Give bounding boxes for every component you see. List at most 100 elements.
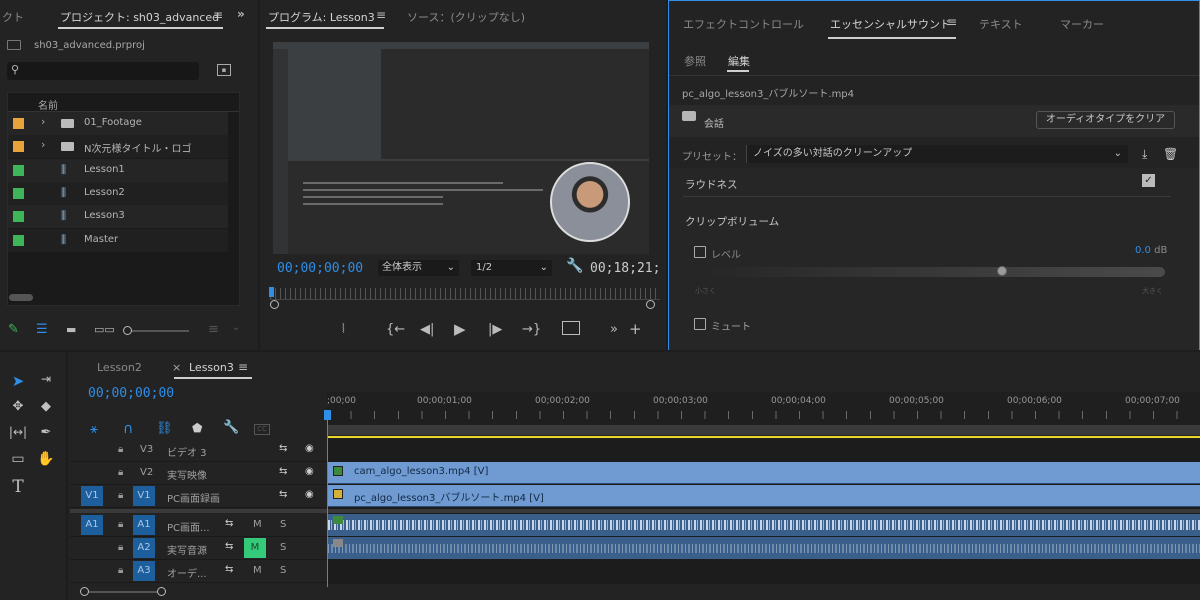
solo-button-a3[interactable]: S [280, 565, 286, 576]
linked-selection-icon[interactable]: ⛓ [156, 421, 173, 436]
mark-in-button[interactable]: {← [386, 322, 405, 338]
rectangle-tool-icon[interactable]: ▭ [7, 451, 29, 467]
label-color-swatch[interactable] [13, 211, 24, 223]
eye-icon[interactable]: ◉ [305, 443, 314, 454]
chevron-right-icon[interactable]: › [41, 115, 45, 128]
video-preview[interactable] [273, 42, 649, 254]
more-chevron-icon[interactable]: » [610, 322, 618, 338]
sync-lock-icon[interactable]: ⇆ [279, 443, 287, 454]
clip-v1[interactable]: pc_algo_lesson3_バブルソート.mp4 [V] [328, 485, 1200, 507]
tab-markers[interactable]: マーカー [1060, 16, 1104, 32]
trash-icon[interactable]: 🗑 [1163, 147, 1178, 161]
close-icon[interactable]: × [172, 361, 181, 374]
eye-icon[interactable]: ◉ [305, 466, 314, 477]
lock-icon[interactable]: 🔒︎ [118, 467, 123, 478]
mute-button-a1[interactable]: M [253, 519, 262, 530]
track-id-v3[interactable]: V3 [140, 444, 153, 455]
hand-tool-icon[interactable]: ✋ [35, 451, 57, 467]
subtab-browse[interactable]: 参照 [684, 53, 706, 69]
loudness-checkbox[interactable]: ✓ [1142, 174, 1155, 187]
captions-icon[interactable]: CC [254, 424, 270, 435]
level-checkbox[interactable] [694, 246, 706, 258]
clear-audio-type-button[interactable]: オーディオタイプをクリア [1036, 111, 1175, 129]
track-select-tool-icon[interactable]: ⇥ [35, 372, 57, 386]
tab-lesson3[interactable]: Lesson3 [189, 361, 234, 374]
solo-button-a2[interactable]: S [280, 542, 286, 553]
export-frame-button[interactable] [562, 321, 580, 335]
add-button-icon[interactable]: + [629, 321, 642, 337]
playhead-line[interactable] [327, 412, 328, 587]
audio-clip-a2[interactable] [328, 537, 1200, 559]
track-id-v2[interactable]: V2 [140, 467, 153, 478]
mute-button-a2[interactable]: M [244, 538, 266, 558]
chevron-right-icon[interactable]: › [41, 138, 45, 151]
label-color-swatch[interactable] [13, 234, 24, 246]
sync-lock-icon[interactable]: ⇆ [225, 564, 233, 575]
level-slider-knob[interactable] [996, 266, 1007, 276]
mute-button-a3[interactable]: M [253, 565, 262, 576]
project-item-row[interactable]: ⫼ Lesson2 [8, 181, 228, 205]
tab-essential-sound[interactable]: エッセンシャルサウンド [830, 16, 951, 32]
lock-icon[interactable]: 🔒︎ [118, 490, 123, 501]
source-patch-v1[interactable]: V1 [81, 486, 103, 506]
panel-menu-icon[interactable]: ≡ [213, 8, 223, 22]
solo-button-a1[interactable]: S [280, 519, 286, 530]
scroll-handle-right[interactable] [646, 300, 655, 309]
label-color-swatch[interactable] [13, 164, 24, 176]
chevron-down-icon[interactable]: ⌄ [232, 322, 240, 333]
project-item-row[interactable]: ⫼ Lesson3 [8, 205, 228, 229]
playhead-marker[interactable] [324, 410, 331, 420]
track-id-a1[interactable]: A1 [133, 515, 155, 535]
marker-icon[interactable]: ⬟ [192, 421, 202, 435]
tab-text[interactable]: テキスト [979, 16, 1023, 32]
panel-menu-icon[interactable]: ≡ [376, 8, 386, 22]
work-area-bar[interactable] [327, 436, 1200, 438]
lock-icon[interactable]: 🔒︎ [118, 519, 123, 530]
level-value[interactable]: 0.0 dB [1135, 245, 1167, 256]
lock-icon[interactable]: 🔒︎ [118, 565, 123, 576]
razor-tool-icon[interactable]: ◆ [35, 399, 57, 414]
pen-tool-icon[interactable]: ✒ [35, 425, 57, 440]
sync-lock-icon[interactable]: ⇆ [279, 489, 287, 500]
freeform-view-icon[interactable]: ▭▭ [94, 323, 115, 336]
list-view-icon[interactable]: ☰ [36, 322, 48, 337]
label-color-swatch[interactable] [13, 187, 24, 199]
list-scrollbar[interactable] [9, 294, 33, 301]
clip-v2[interactable]: cam_algo_lesson3.mp4 [V] [328, 462, 1200, 484]
lock-icon[interactable]: 🔒︎ [118, 444, 123, 455]
ripple-edit-tool-icon[interactable]: ✥ [7, 399, 29, 414]
wrench-icon[interactable]: 🔧 [566, 258, 583, 274]
sync-lock-icon[interactable]: ⇆ [279, 466, 287, 477]
zoom-select[interactable]: 全体表示 ⌄ [378, 260, 459, 276]
panel-menu-icon[interactable]: ≡ [947, 15, 957, 29]
step-back-button[interactable]: ◀| [420, 322, 434, 338]
overflow-chevron-icon[interactable]: » [237, 7, 245, 21]
scroll-handle-left[interactable] [270, 300, 279, 309]
project-item-row[interactable]: › 01_Footage [8, 112, 228, 135]
step-forward-button[interactable]: |▶ [488, 322, 502, 338]
wrench-icon[interactable]: 🔧 [223, 420, 239, 435]
tab-project[interactable]: プロジェクト: sh03_advanced [60, 9, 219, 25]
slip-tool-icon[interactable]: |↔| [7, 425, 29, 439]
type-tool-icon[interactable]: T [7, 477, 29, 497]
project-item-row[interactable]: ⫼ Lesson1 [8, 158, 228, 182]
panel-menu-icon[interactable]: ≡ [238, 360, 248, 374]
add-marker-button[interactable]: ⦚ [342, 322, 345, 338]
resolution-select[interactable]: 1/2 ⌄ [471, 260, 552, 276]
save-preset-icon[interactable]: ⤓ [1142, 147, 1147, 162]
current-timecode[interactable]: 00;00;00;00 [277, 261, 363, 276]
tab-effect-controls[interactable]: エフェクトコントロール [683, 16, 804, 32]
track-id-v1[interactable]: V1 [133, 486, 155, 506]
track-id-a2[interactable]: A2 [133, 538, 155, 558]
label-color-swatch[interactable] [13, 141, 24, 153]
timeline-scrollbar[interactable] [80, 587, 166, 596]
playhead-marker[interactable] [269, 287, 274, 297]
preset-dropdown[interactable]: ノイズの多い対話のクリーンアップ ⌄ [746, 145, 1128, 163]
monitor-ruler[interactable] [270, 288, 660, 300]
new-bin-icon[interactable]: ▪ [217, 64, 231, 76]
mark-out-button[interactable]: →} [522, 322, 541, 338]
snap-magnet-icon[interactable]: ∩ [123, 421, 133, 437]
play-button[interactable]: ▶ [454, 321, 466, 337]
icon-view-icon[interactable]: ▬ [66, 323, 76, 336]
timeline-timecode[interactable]: 00;00;00;00 [88, 386, 174, 401]
